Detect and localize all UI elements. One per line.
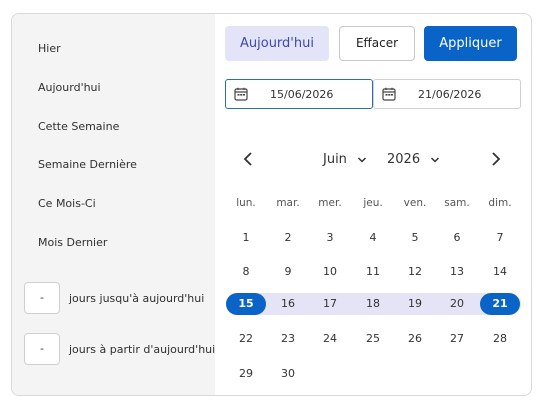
calendar-day[interactable]: 11 [353, 261, 393, 283]
clear-button[interactable]: Effacer [339, 26, 415, 61]
weekday-label: dim. [488, 197, 512, 209]
calendar-day[interactable]: 16 [268, 293, 308, 315]
today-button[interactable]: Aujourd'hui [225, 26, 329, 61]
preset-sidebar: Hier Aujourd'hui Cette Semaine Semaine D… [12, 14, 215, 395]
chevron-left-icon[interactable] [241, 151, 257, 167]
calendar-day[interactable]: 27 [437, 328, 477, 350]
weekday-label: sam. [444, 197, 470, 209]
calendar-day[interactable]: 22 [226, 328, 266, 350]
calendar-day[interactable]: 8 [226, 261, 266, 283]
calendar-day[interactable]: 23 [268, 328, 308, 350]
calendar-day[interactable]: 3 [310, 227, 350, 249]
calendar-day[interactable]: 17 [310, 293, 350, 315]
year-label: 2026 [387, 152, 421, 167]
calendar-day[interactable]: 29 [226, 363, 266, 385]
days-until-today-label: jours jusqu'à aujourd'hui [69, 292, 205, 305]
end-date-value: 21/06/2026 [418, 88, 482, 101]
calendar-day[interactable]: 7 [480, 227, 520, 249]
preset-yesterday[interactable]: Hier [38, 42, 61, 55]
chevron-down-icon [358, 156, 367, 163]
days-from-today-label: jours à partir d'aujourd'hui [69, 343, 216, 356]
date-range-picker: Hier Aujourd'hui Cette Semaine Semaine D… [11, 13, 532, 396]
calendar-day[interactable]: 24 [310, 328, 350, 350]
calendar-day[interactable]: 4 [353, 227, 393, 249]
weekday-label: lun. [236, 197, 256, 209]
days-from-today-input[interactable]: - [24, 333, 60, 365]
calendar-day[interactable]: 26 [395, 328, 435, 350]
calendar-day[interactable]: 6 [437, 227, 477, 249]
weekday-label: jeu. [363, 197, 383, 209]
preset-last-month[interactable]: Mois Dernier [38, 236, 107, 249]
range-end-day[interactable]: 21 [480, 293, 520, 315]
calendar-day[interactable]: 9 [268, 261, 308, 283]
calendar-day[interactable]: 2 [268, 227, 308, 249]
month-label: Juin [323, 152, 347, 167]
start-date-field[interactable]: 15/06/2026 [225, 79, 373, 109]
calendar-day[interactable]: 12 [395, 261, 435, 283]
preset-this-month[interactable]: Ce Mois-Ci [38, 197, 96, 210]
range-start-day[interactable]: 15 [226, 293, 266, 315]
weekday-label: mar. [276, 197, 300, 209]
start-date-value: 15/06/2026 [270, 88, 334, 101]
chevron-down-icon [431, 156, 440, 163]
end-date-field[interactable]: 21/06/2026 [373, 79, 521, 109]
calendar-day[interactable]: 13 [437, 261, 477, 283]
calendar-day[interactable]: 1 [226, 227, 266, 249]
apply-button[interactable]: Appliquer [424, 26, 517, 61]
days-until-today-input[interactable]: - [24, 282, 60, 314]
weekday-label: mer. [318, 197, 342, 209]
preset-last-week[interactable]: Semaine Dernière [38, 158, 137, 171]
calendar-day[interactable]: 28 [480, 328, 520, 350]
calendar-icon [382, 87, 396, 101]
calendar-day[interactable]: 5 [395, 227, 435, 249]
weekday-label: ven. [403, 197, 427, 209]
chevron-right-icon[interactable] [487, 151, 503, 167]
month-dropdown[interactable]: Juin [323, 152, 367, 167]
year-dropdown[interactable]: 2026 [387, 152, 440, 167]
preset-today[interactable]: Aujourd'hui [38, 81, 101, 94]
calendar-day[interactable]: 30 [268, 363, 308, 385]
preset-this-week[interactable]: Cette Semaine [38, 120, 119, 133]
calendar-day[interactable]: 10 [310, 261, 350, 283]
calendar-day[interactable]: 25 [353, 328, 393, 350]
calendar-day[interactable]: 19 [395, 293, 435, 315]
calendar-day[interactable]: 18 [353, 293, 393, 315]
calendar-day[interactable]: 20 [437, 293, 477, 315]
calendar-day[interactable]: 14 [480, 261, 520, 283]
calendar-icon [234, 87, 248, 101]
